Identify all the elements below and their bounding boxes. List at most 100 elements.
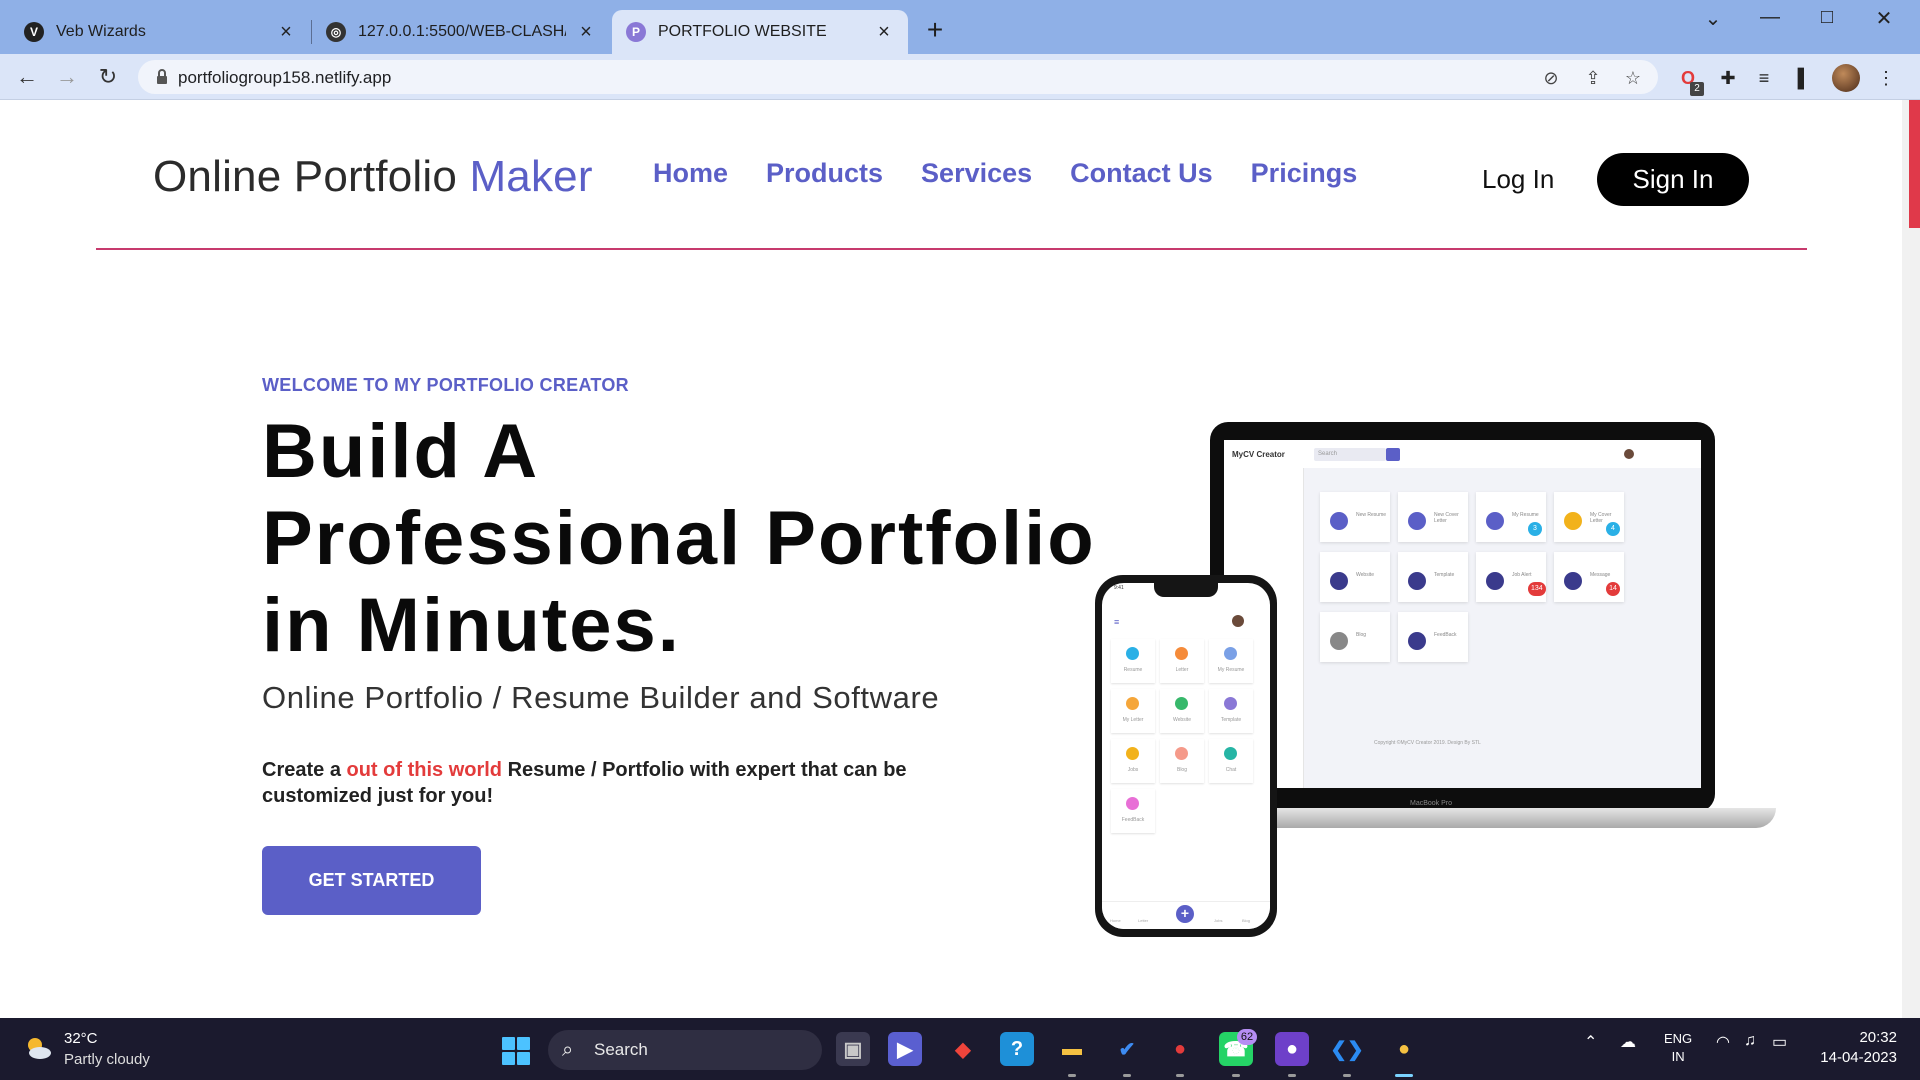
whatsapp-badge: 62: [1237, 1029, 1257, 1045]
phone-app-card: Website: [1160, 689, 1204, 733]
laptop-dashboard-card: Message 14: [1554, 552, 1624, 602]
laptop-model-label: MacBook Pro: [1410, 800, 1453, 807]
new-tab-button[interactable]: +: [918, 14, 952, 46]
address-bar[interactable]: portfoliogroup158.netlify.app ⊘ ⇪ ☆: [138, 60, 1658, 94]
chrome-icon[interactable]: ●: [1163, 1032, 1197, 1066]
nav-contact-us[interactable]: Contact Us: [1070, 158, 1213, 189]
browser-toolbar: ← → ↻ portfoliogroup158.netlify.app ⊘ ⇪ …: [0, 54, 1920, 100]
card-badge: 14: [1606, 582, 1620, 596]
laptop-dashboard-card: Blog: [1320, 612, 1390, 662]
nav-services[interactable]: Services: [921, 158, 1032, 189]
file-explorer-icon[interactable]: ▬: [1055, 1032, 1089, 1066]
forward-arrow-icon[interactable]: →: [52, 62, 82, 92]
help-icon[interactable]: ?: [1000, 1032, 1034, 1066]
eye-off-icon[interactable]: ⊘: [1540, 67, 1562, 89]
card-label: Chat: [1225, 767, 1237, 773]
phone-app-card: Chat: [1209, 739, 1253, 783]
close-icon[interactable]: ×: [576, 21, 596, 44]
window-close-icon[interactable]: ✕: [1864, 6, 1904, 31]
card-label: My Resume: [1217, 667, 1245, 673]
card-icon: [1408, 512, 1426, 530]
laptop-copyright: Copyright ©MyCV Creator 2019. Design By …: [1374, 740, 1481, 746]
taskbar-search[interactable]: ⌕ Search: [548, 1030, 822, 1070]
card-icon: [1126, 647, 1139, 660]
headline-line: Professional Portfolio: [262, 496, 1096, 581]
phone-nav-label: Blog: [1242, 918, 1251, 923]
back-arrow-icon[interactable]: ←: [12, 62, 42, 92]
clock-time: 20:32: [1859, 1029, 1897, 1046]
phone-avatar: [1232, 615, 1244, 627]
anydesk-icon[interactable]: ◆: [946, 1032, 980, 1066]
laptop-mockup-image: MyCV Creator Search New Resume New Cover …: [1210, 422, 1715, 812]
brand-main-text: Online Portfolio: [153, 152, 470, 201]
weather-temperature[interactable]: 32°C: [64, 1030, 98, 1047]
laptop-dashboard-card: Job Alert 134: [1476, 552, 1546, 602]
card-icon: [1486, 512, 1504, 530]
card-icon: [1126, 697, 1139, 710]
teams-meet-icon[interactable]: ▶: [888, 1032, 922, 1066]
laptop-dashboard-card: New Cover Letter: [1398, 492, 1468, 542]
github-icon[interactable]: ●: [1275, 1032, 1309, 1066]
close-icon[interactable]: ×: [276, 21, 296, 44]
hero-eyebrow: WELCOME TO MY PORTFOLIO CREATOR: [262, 375, 629, 395]
region-code: IN: [1671, 1049, 1685, 1064]
running-indicator: [1176, 1074, 1184, 1077]
tab-portfolio-website[interactable]: P PORTFOLIO WEBSITE ×: [612, 10, 908, 54]
hero-subheading: Online Portfolio / Resume Builder and So…: [262, 680, 940, 715]
media-queue-icon[interactable]: ≡: [1752, 66, 1776, 90]
maximize-icon[interactable]: □: [1807, 6, 1847, 29]
tab-localhost[interactable]: ◎ 127.0.0.1:5500/WEB-CLASH/inde ×: [312, 10, 610, 54]
volume-icon[interactable]: ♫: [1744, 1032, 1756, 1050]
battery-icon[interactable]: ▭: [1772, 1032, 1787, 1052]
card-label: My Cover Letter: [1590, 512, 1612, 524]
tab-title: Veb Wizards: [56, 23, 146, 40]
side-panel-icon[interactable]: ▌: [1792, 66, 1816, 90]
partly-cloudy-icon[interactable]: [22, 1032, 54, 1064]
share-icon[interactable]: ⇪: [1582, 67, 1604, 89]
menu-kebab-icon[interactable]: ⋮: [1874, 66, 1898, 90]
get-started-button[interactable]: GET STARTED: [262, 846, 481, 915]
minimize-icon[interactable]: —: [1750, 6, 1790, 29]
card-icon: [1408, 632, 1426, 650]
vscode-icon[interactable]: ❮❯: [1330, 1032, 1364, 1066]
phone-app-card: My Resume: [1209, 639, 1253, 683]
login-link[interactable]: Log In: [1482, 164, 1554, 195]
url-text[interactable]: portfoliogroup158.netlify.app: [178, 68, 391, 88]
card-badge: 4: [1606, 522, 1620, 536]
lock-icon[interactable]: [152, 67, 172, 87]
phone-app-card: Template: [1209, 689, 1253, 733]
language-indicator[interactable]: ENG IN: [1664, 1030, 1692, 1066]
nav-home[interactable]: Home: [653, 158, 728, 189]
wifi-icon[interactable]: ◠: [1716, 1032, 1730, 1052]
windows-start-icon[interactable]: [502, 1037, 530, 1065]
nav-products[interactable]: Products: [766, 158, 883, 189]
puzzle-icon[interactable]: ✚: [1716, 66, 1740, 90]
todo-icon[interactable]: ✔: [1110, 1032, 1144, 1066]
browser-tab-strip: V Veb Wizards × ◎ 127.0.0.1:5500/WEB-CLA…: [0, 0, 1920, 54]
windows-taskbar: 32°C Partly cloudy ⌕ Search ▣ ▶ ◆? ▬ ✔ ● ☎ ● ❮❯ ● …: [0, 1018, 1920, 1080]
site-logo[interactable]: Online Portfolio Maker: [153, 152, 593, 202]
running-indicator: [1068, 1074, 1076, 1077]
bookmark-star-icon[interactable]: ☆: [1622, 67, 1644, 89]
chevron-up-icon[interactable]: ⌃: [1584, 1032, 1597, 1052]
card-label: Template: [1434, 572, 1455, 578]
weather-description[interactable]: Partly cloudy: [64, 1051, 150, 1068]
system-clock[interactable]: 20:32 14-04-2023: [1815, 1028, 1897, 1068]
scrollbar-thumb[interactable]: [1909, 100, 1920, 228]
running-indicator: [1288, 1074, 1296, 1077]
chrome-active-icon[interactable]: ●: [1387, 1032, 1421, 1066]
avatar[interactable]: [1832, 64, 1860, 92]
extension-badge: 2: [1690, 82, 1704, 96]
laptop-screen: MyCV Creator Search New Resume New Cover …: [1224, 440, 1701, 788]
signin-button[interactable]: Sign In: [1597, 153, 1749, 206]
tab-search-icon[interactable]: ⌄: [1693, 6, 1733, 31]
reload-icon[interactable]: ↻: [93, 62, 123, 92]
nav-pricings[interactable]: Pricings: [1251, 158, 1358, 189]
onedrive-cloud-icon[interactable]: ☁: [1620, 1032, 1636, 1052]
close-icon[interactable]: ×: [874, 21, 894, 44]
tab-veb-wizards[interactable]: V Veb Wizards ×: [10, 10, 310, 54]
task-view-icon[interactable]: ▣: [836, 1032, 870, 1066]
card-label: Template: [1220, 717, 1242, 723]
page-scrollbar[interactable]: [1902, 100, 1920, 1018]
tab-title: PORTFOLIO WEBSITE: [658, 23, 827, 40]
